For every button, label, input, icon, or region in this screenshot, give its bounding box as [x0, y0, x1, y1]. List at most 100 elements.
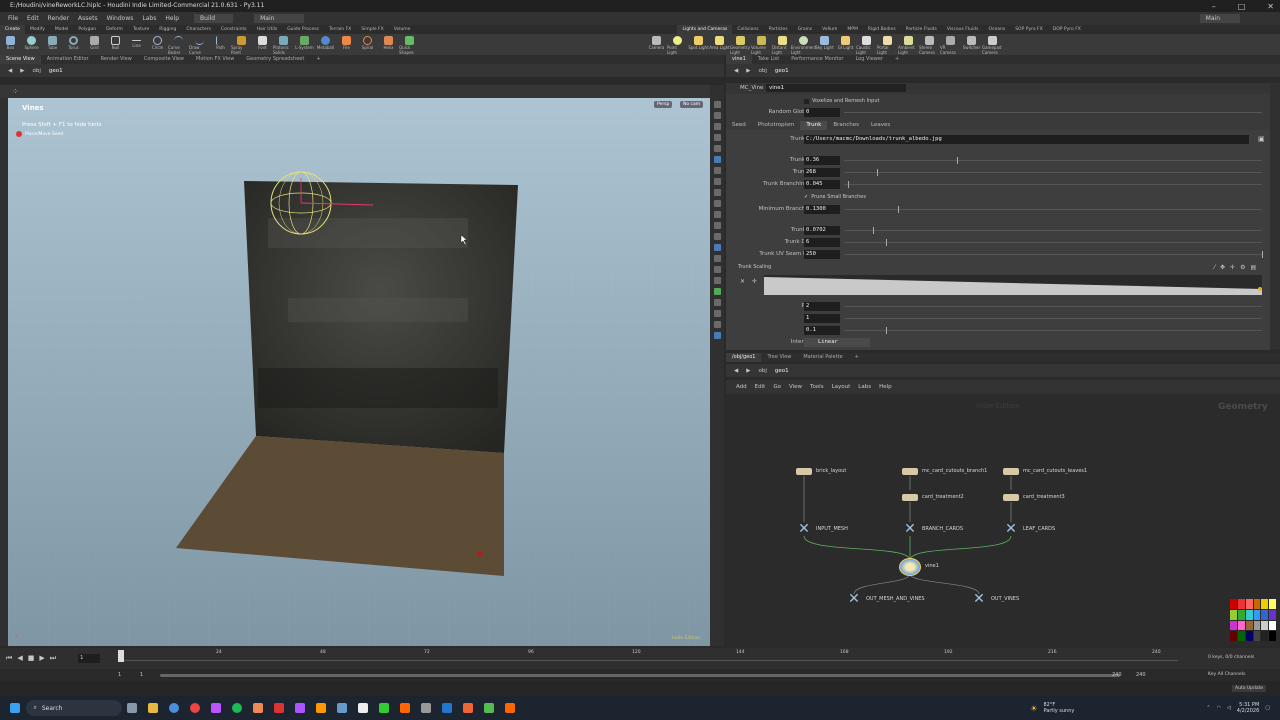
- tab-material-palette[interactable]: Material Palette: [797, 353, 848, 362]
- menu-edit[interactable]: Edit: [27, 15, 39, 22]
- explorer-icon[interactable]: [148, 703, 158, 713]
- toolbar-icon[interactable]: [713, 123, 721, 130]
- tool-metaball[interactable]: Metaball: [315, 34, 336, 55]
- shelf-tab[interactable]: Terrain FX: [324, 25, 356, 34]
- tool-env-light[interactable]: Environment Light: [791, 34, 816, 55]
- toolbar-icon[interactable]: [713, 233, 721, 240]
- timeline-scrubber[interactable]: 24 48 72 96 120 144 168 192 216 240: [118, 650, 1178, 666]
- app-icon[interactable]: [211, 703, 221, 713]
- shelf-tab[interactable]: SOP Pyro FX: [1010, 25, 1048, 34]
- desktop-build-select[interactable]: Build: [194, 14, 234, 23]
- settings-icon[interactable]: [421, 703, 431, 713]
- shelf-tab[interactable]: Model: [50, 25, 74, 34]
- tab-phototropism[interactable]: Phototropism: [752, 121, 801, 130]
- ramp-add-icon[interactable]: ✛: [1230, 264, 1235, 271]
- tool-camera[interactable]: Camera: [646, 34, 667, 55]
- volume-icon[interactable]: ◁: [1227, 705, 1231, 711]
- param-slider[interactable]: [844, 160, 1262, 161]
- network-editor[interactable]: Indie Edition Geometry brick_layout mc_c…: [726, 394, 1280, 646]
- shelf-tab[interactable]: Hair Utils: [252, 25, 283, 34]
- app-icon[interactable]: [316, 703, 326, 713]
- ramp-remove-icon[interactable]: ✕: [740, 278, 745, 285]
- tool-sky-light[interactable]: Sky Light: [814, 34, 835, 55]
- menu-help[interactable]: Help: [879, 384, 892, 390]
- forward-arrow-icon[interactable]: ▶: [746, 68, 750, 74]
- menu-help[interactable]: Help: [165, 15, 179, 22]
- app-icon[interactable]: [295, 703, 305, 713]
- trunk-scaling-ramp[interactable]: [764, 275, 1262, 295]
- toolbar-icon[interactable]: [713, 156, 721, 163]
- windows-start-icon[interactable]: [10, 703, 20, 713]
- close-button[interactable]: ✕: [1267, 2, 1274, 11]
- maximize-button[interactable]: □: [1238, 2, 1246, 11]
- slider-knob[interactable]: [848, 181, 850, 188]
- shelf-tab[interactable]: Particles: [764, 25, 793, 34]
- param-slider[interactable]: [844, 209, 1262, 210]
- param-value-field[interactable]: 0.045: [804, 180, 840, 189]
- app-icon[interactable]: [379, 703, 389, 713]
- toolbar-icon[interactable]: [713, 134, 721, 141]
- back-arrow-icon[interactable]: ◀: [734, 368, 738, 374]
- path-geo1[interactable]: geo1: [775, 68, 789, 74]
- tab-log-viewer[interactable]: Log Viewer: [849, 55, 889, 64]
- toolbar-icon[interactable]: [713, 321, 721, 328]
- range-slider[interactable]: [160, 674, 1120, 677]
- node-out-mesh-and-vines[interactable]: ✕: [847, 592, 861, 606]
- key-all-channels[interactable]: Key All Channels: [1208, 672, 1245, 677]
- toolbar-icon[interactable]: [713, 255, 721, 262]
- shelf-tab[interactable]: Collisions: [732, 25, 763, 34]
- shelf-tab-create[interactable]: Create: [0, 25, 25, 34]
- wifi-icon[interactable]: ◠: [1217, 705, 1221, 711]
- tool-stereo-camera[interactable]: Stereo Camera: [919, 34, 940, 55]
- tab-take-list[interactable]: Take List: [752, 55, 785, 64]
- tool-path[interactable]: Path: [210, 34, 231, 55]
- param-value-field[interactable]: 0.36: [804, 156, 840, 165]
- steam-icon[interactable]: [337, 703, 347, 713]
- slider-knob[interactable]: [873, 227, 875, 234]
- tool-curve-bezier[interactable]: Curve Bezier: [168, 34, 189, 55]
- param-slider[interactable]: [844, 230, 1262, 231]
- range-end[interactable]: 240: [1112, 672, 1122, 678]
- tool-platonic[interactable]: Platonic Solids: [273, 34, 294, 55]
- menu-render[interactable]: Render: [48, 15, 69, 22]
- vscode-icon[interactable]: [442, 703, 452, 713]
- menu-layout[interactable]: Layout: [832, 384, 851, 390]
- tool-lsystem[interactable]: L-System: [294, 34, 315, 55]
- tab-composite-view[interactable]: Composite View: [138, 55, 190, 64]
- node-brick-layout[interactable]: [796, 468, 812, 475]
- tool-caustic-light[interactable]: Caustic Light: [856, 34, 877, 55]
- taskview-icon[interactable]: [127, 703, 137, 713]
- ramp-add-point-icon[interactable]: ✛: [752, 278, 757, 285]
- file-browse-icon[interactable]: ▣: [1258, 135, 1265, 143]
- param-slider[interactable]: [844, 330, 1262, 331]
- tool-geometry-light[interactable]: Geometry Light: [730, 34, 751, 55]
- toolbar-icon[interactable]: [713, 167, 721, 174]
- taskbar-search[interactable]: ⌕ Search: [25, 700, 122, 716]
- voxelize-toggle[interactable]: Voxelize and Remesh Input: [804, 98, 879, 104]
- gear-icon[interactable]: ⚙: [1240, 264, 1245, 271]
- tab-seed[interactable]: Seed: [726, 121, 752, 130]
- slider-knob[interactable]: [898, 206, 900, 213]
- desktop-right-select[interactable]: Main: [1199, 14, 1240, 23]
- tool-volume-light[interactable]: Volume Light: [751, 34, 772, 55]
- app-icon[interactable]: [505, 703, 515, 713]
- cam-menu[interactable]: No cam: [680, 101, 704, 108]
- tool-torus[interactable]: Torus: [63, 34, 84, 55]
- menu-windows[interactable]: Windows: [107, 15, 134, 22]
- shelf-tab[interactable]: Modify: [25, 25, 50, 34]
- tool-sphere[interactable]: Sphere: [21, 34, 42, 55]
- tool-point-light[interactable]: Point Light: [667, 34, 688, 55]
- node-mc-card-cutouts-branch1[interactable]: [902, 468, 918, 475]
- toolbar-icon[interactable]: [713, 277, 721, 284]
- tab-motion-fx-view[interactable]: Motion FX View: [190, 55, 240, 64]
- toolbar-icon[interactable]: [713, 299, 721, 306]
- tool-font[interactable]: Font: [252, 34, 273, 55]
- tab-obj-geo1[interactable]: /obj/geo1: [726, 353, 762, 362]
- param-slider[interactable]: [844, 254, 1262, 255]
- playhead[interactable]: [118, 650, 124, 662]
- toolbar-icon[interactable]: [713, 288, 721, 295]
- menu-edit[interactable]: Edit: [755, 384, 766, 390]
- tool-line[interactable]: Line: [126, 34, 147, 55]
- path-obj[interactable]: obj: [758, 68, 766, 74]
- shelf-tab[interactable]: Polygon: [73, 25, 101, 34]
